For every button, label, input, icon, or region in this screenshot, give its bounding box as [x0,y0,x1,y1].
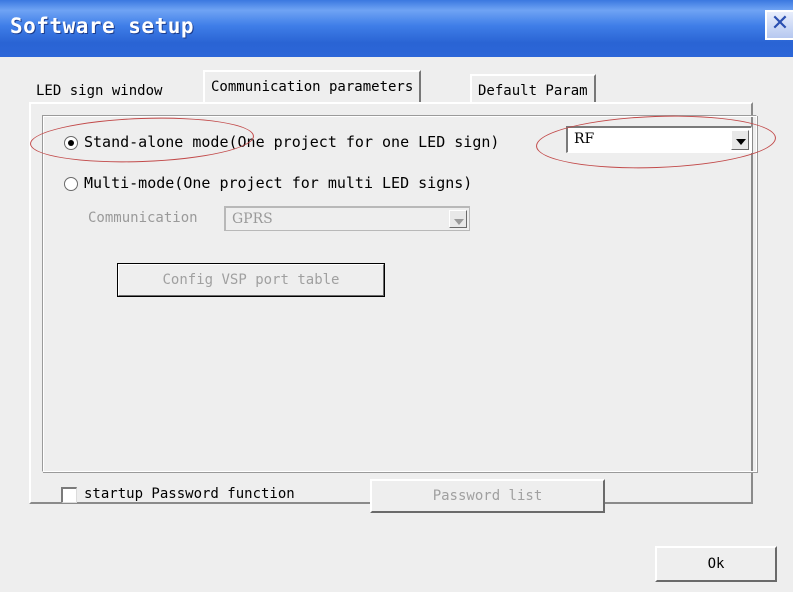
standalone-mode-radio[interactable] [64,136,78,150]
communication-label: Communication [88,210,198,226]
tab-communication-parameters[interactable]: Communication parameters [203,70,422,102]
device-type-value: RF [574,131,595,147]
ok-button[interactable]: Ok [655,546,777,582]
startup-password-checkbox[interactable] [61,487,77,503]
title-bar: Software setup ✕ [0,0,793,57]
multi-mode-label: Multi-mode(One project for multi LED sig… [84,174,473,192]
communication-select[interactable]: GPRS [224,206,470,231]
chevron-down-icon[interactable] [731,130,749,150]
startup-password-label: startup Password function [84,486,295,502]
password-list-button[interactable]: Password list [370,479,605,513]
chevron-down-icon[interactable] [449,210,467,228]
close-icon: ✕ [770,11,790,36]
radio-dot-icon [68,140,74,146]
window-title: Software setup [10,14,195,38]
config-vsp-port-table-button[interactable]: Config VSP port table [117,263,385,297]
close-button[interactable]: ✕ [765,10,793,40]
multi-mode-radio[interactable] [64,177,78,191]
communication-value: GPRS [232,211,273,227]
tab-default-param[interactable]: Default Param [470,74,596,104]
device-type-select[interactable]: RF [566,126,752,153]
standalone-mode-label: Stand-alone mode(One project for one LED… [84,133,500,151]
